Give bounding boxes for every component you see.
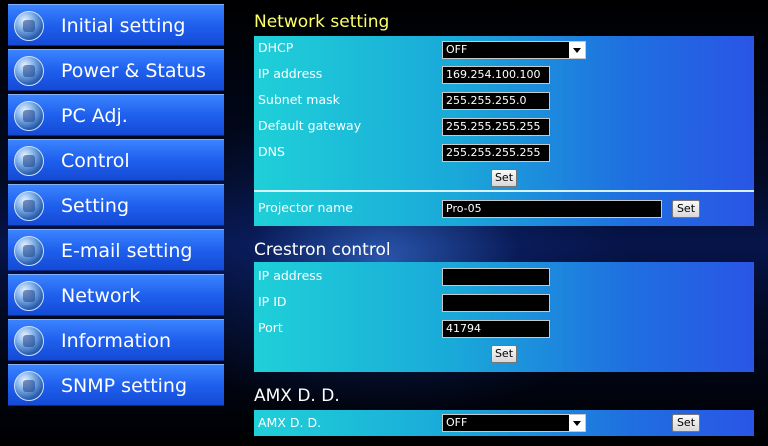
- subnet-mask-label: Subnet mask: [258, 92, 340, 107]
- settings-icon: [14, 11, 44, 41]
- sidebar-item-label: Power & Status: [61, 60, 206, 82]
- amx-set-button[interactable]: Set: [672, 414, 700, 432]
- sidebar-item-label: Information: [61, 330, 171, 352]
- dhcp-select[interactable]: OFF: [442, 41, 586, 59]
- ip-address-field[interactable]: 169.254.100.100: [442, 66, 550, 84]
- power-icon: [14, 56, 44, 86]
- ip-id-label: IP ID: [258, 294, 287, 309]
- info-icon: [14, 326, 44, 356]
- amx-select[interactable]: OFF: [442, 414, 586, 432]
- sidebar-item-initial-setting[interactable]: Initial setting: [8, 4, 224, 46]
- monitor-icon: [14, 101, 44, 131]
- default-gateway-label: Default gateway: [258, 118, 362, 133]
- projector-name-label: Projector name: [258, 200, 353, 215]
- dhcp-label: DHCP: [258, 40, 294, 55]
- chevron-down-icon: [569, 415, 585, 431]
- crestron-ip-address-label: IP address: [258, 268, 323, 283]
- mail-icon: [14, 236, 44, 266]
- sidebar-item-snmp-setting[interactable]: SNMP setting: [8, 364, 224, 406]
- dhcp-value: OFF: [446, 43, 468, 56]
- network-icon: [14, 281, 44, 311]
- sidebar-item-label: Initial setting: [61, 15, 186, 37]
- sidebar-item-network[interactable]: Network: [8, 274, 224, 316]
- crestron-ip-address-field[interactable]: [442, 268, 550, 286]
- ip-id-field[interactable]: [442, 294, 550, 312]
- amx-label: AMX D. D.: [258, 415, 322, 430]
- chevron-down-icon: [569, 42, 585, 58]
- port-label: Port: [258, 320, 283, 335]
- sidebar-item-power-status[interactable]: Power & Status: [8, 49, 224, 91]
- amx-panel: AMX D. D. OFF Set: [254, 410, 754, 436]
- network-set-button[interactable]: Set: [491, 169, 517, 187]
- sidebar-item-pc-adj[interactable]: PC Adj.: [8, 94, 224, 136]
- snmp-icon: [14, 371, 44, 401]
- crestron-control-panel: IP address IP ID Port 41794 Set: [254, 262, 754, 372]
- sidebar-item-label: Network: [61, 285, 141, 307]
- dns-field[interactable]: 255.255.255.255: [442, 144, 550, 162]
- dns-label: DNS: [258, 144, 285, 159]
- divider: [254, 190, 754, 192]
- sidebar-item-setting[interactable]: Setting: [8, 184, 224, 226]
- sidebar-item-email-setting[interactable]: E-mail setting: [8, 229, 224, 271]
- sidebar-item-label: Setting: [61, 195, 130, 217]
- amx-title: AMX D. D.: [254, 386, 340, 406]
- sidebar-item-label: SNMP setting: [61, 375, 188, 397]
- projector-name-field[interactable]: Pro-05: [442, 200, 662, 218]
- subnet-mask-field[interactable]: 255.255.255.0: [442, 92, 550, 110]
- network-setting-panel: DHCP OFF IP address 169.254.100.100 Subn…: [254, 36, 754, 226]
- port-field[interactable]: 41794: [442, 320, 550, 338]
- control-icon: [14, 146, 44, 176]
- crestron-set-button[interactable]: Set: [491, 345, 517, 363]
- projector-name-set-button[interactable]: Set: [672, 200, 700, 218]
- sidebar-item-information[interactable]: Information: [8, 319, 224, 361]
- sidebar-item-label: PC Adj.: [61, 105, 128, 127]
- ip-address-label: IP address: [258, 66, 323, 81]
- default-gateway-field[interactable]: 255.255.255.255: [442, 118, 550, 136]
- crestron-control-title: Crestron control: [254, 240, 391, 260]
- amx-value: OFF: [446, 416, 468, 429]
- wrench-icon: [14, 191, 44, 221]
- sidebar-item-control[interactable]: Control: [8, 139, 224, 181]
- sidebar-item-label: Control: [61, 150, 130, 172]
- network-setting-title: Network setting: [254, 12, 390, 32]
- sidebar-item-label: E-mail setting: [61, 240, 193, 262]
